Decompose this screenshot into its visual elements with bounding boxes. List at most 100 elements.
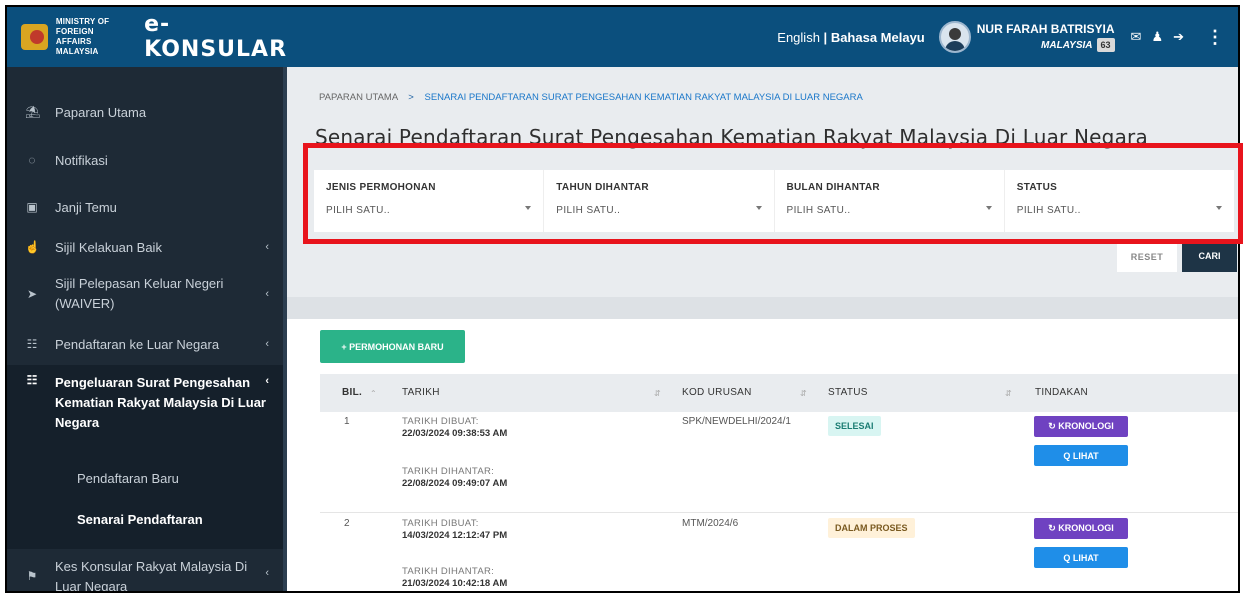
ekonsular-logo: e-KONSULAR — [144, 12, 288, 62]
chevron-down-icon: ‹ — [265, 375, 269, 387]
sidebar-item-janji-temu[interactable]: ▣ Janji Temu — [7, 192, 283, 222]
breadcrumb-home[interactable]: PAPARAN UTAMA — [319, 92, 398, 103]
ministry-name: MINISTRY OF FOREIGN AFFAIRS MALAYSIA — [55, 17, 110, 56]
sidebar-item-kes-konsular[interactable]: ⚑ Kes Konsular Rakyat Malaysia Di Luar N… — [7, 557, 283, 593]
date-submitted-label: TARIKH DIHANTAR: — [402, 566, 495, 577]
reset-button[interactable]: RESET — [1117, 242, 1177, 272]
sidebar-item-label: Notifikasi — [55, 152, 108, 168]
sidebar-item-paparan-utama[interactable]: ⛱ Paparan Utama — [7, 97, 283, 127]
date-created-label: TARIKH DIBUAT: — [402, 518, 479, 529]
top-right-controls: English | Bahasa Melayu NUR FARAH BATRIS… — [777, 7, 1238, 67]
sidebar-item-notifikasi[interactable]: ◌ Notifikasi — [7, 145, 283, 175]
sidebar-item-label: Pengeluaran Surat Pengesahan — [55, 375, 251, 390]
sidebar-item-pengeluaran-surat[interactable]: ☷ Pengeluaran Surat Pengesahan Kematian … — [7, 365, 283, 449]
user-country-row: MALAYSIA 63 — [1041, 38, 1115, 52]
table-header: BIL. ⌃ TARIKH ⇵ KOD URUSAN ⇵ STATUS ⇵ TI… — [320, 374, 1238, 412]
sidebar-item-label: Sijil Kelakuan Baik — [55, 239, 162, 255]
breadcrumb-separator: > — [408, 92, 414, 103]
flag-icon: ⚑ — [26, 569, 38, 583]
user-name: NUR FARAH BATRISYIA — [976, 22, 1115, 36]
results-panel: + PERMOHONAN BARU BIL. ⌃ TARIKH ⇵ KOD UR… — [287, 319, 1238, 591]
home-icon: ⛱ — [25, 105, 41, 119]
filter-label: TAHUN DIHANTAR — [556, 182, 649, 193]
view-button[interactable]: Q LIHAT — [1034, 547, 1128, 568]
filter-select-value[interactable]: PILIH SATU.. — [556, 205, 773, 216]
thumbs-up-icon: ☝ — [25, 240, 40, 254]
sidebar-item-label: Paparan Utama — [55, 104, 147, 120]
filter-select-value[interactable]: PILIH SATU.. — [326, 205, 543, 216]
row-number: 1 — [344, 416, 350, 427]
search-button[interactable]: CARI — [1182, 239, 1237, 272]
filter-jenis-permohonan[interactable]: JENIS PERMOHONAN PILIH SATU.. — [314, 170, 545, 232]
main-content: PAPARAN UTAMA > SENARAI PENDAFTARAN SURA… — [287, 67, 1238, 591]
column-header-status[interactable]: STATUS — [828, 387, 868, 398]
kronologi-button[interactable]: ↻ KRONOLOGI — [1034, 416, 1128, 437]
avatar[interactable] — [938, 21, 971, 53]
submenu-senarai-pendaftaran[interactable]: Senarai Pendaftaran — [77, 512, 203, 527]
filter-select-value[interactable]: PILIH SATU.. — [1017, 205, 1234, 216]
date-submitted: TARIKH DIHANTAR: 22/08/2024 09:49:07 AM — [402, 466, 507, 489]
column-header-tarikh[interactable]: TARIKH — [402, 387, 440, 398]
filter-bulan-dihantar[interactable]: BULAN DIHANTAR PILIH SATU.. — [775, 170, 1005, 232]
chat-icon: ◌ — [28, 153, 36, 167]
lang-english[interactable]: English — [777, 30, 820, 45]
lang-bahasa[interactable]: Bahasa Melayu — [831, 30, 925, 45]
sidebar-item-pendaftaran-luar-negara[interactable]: ☷ Pendaftaran ke Luar Negara ‹ — [7, 329, 283, 359]
language-switcher: English | Bahasa Melayu — [777, 30, 924, 45]
filter-panel: JENIS PERMOHONAN PILIH SATU.. TAHUN DIHA… — [314, 170, 1234, 232]
caret-down-icon — [1216, 206, 1222, 210]
chevron-left-icon: ‹ — [265, 241, 269, 253]
lang-separator: | — [823, 29, 828, 45]
mail-icon[interactable]: ✉ — [1131, 29, 1142, 45]
kronologi-button[interactable]: ↻ KRONOLOGI — [1034, 518, 1128, 539]
user-icon[interactable]: ♟ — [1151, 29, 1163, 45]
sort-icon[interactable]: ⇵ — [800, 389, 807, 398]
filter-status[interactable]: STATUS PILIH SATU.. — [1005, 170, 1234, 232]
view-button[interactable]: Q LIHAT — [1034, 445, 1128, 466]
sidebar-item-label-line2: Luar Negara — [55, 579, 128, 593]
send-icon: ➤ — [26, 287, 38, 301]
notification-badge: 63 — [1096, 38, 1115, 52]
submenu-pendaftaran-baru[interactable]: Pendaftaran Baru — [77, 471, 179, 486]
column-header-kod-urusan[interactable]: KOD URUSAN — [682, 387, 752, 398]
sort-icon[interactable]: ⇵ — [1005, 389, 1012, 398]
more-options-icon[interactable]: ⋮ — [1206, 27, 1224, 48]
coat-of-arms-logo — [21, 24, 48, 50]
breadcrumb-current[interactable]: SENARAI PENDAFTARAN SURAT PENGESAHAN KEM… — [425, 92, 863, 103]
sidebar-item-sijil-pelepasan[interactable]: ➤ Sijil Pelepasan Keluar Negeri (WAIVER)… — [7, 272, 283, 316]
sort-asc-icon[interactable]: ⌃ — [370, 389, 377, 398]
calendar-icon: ▣ — [26, 200, 38, 214]
caret-down-icon — [755, 206, 762, 210]
sidebar: ⛱ Paparan Utama ◌ Notifikasi ▣ Janji Tem… — [7, 67, 287, 593]
logout-icon[interactable]: ➔ — [1173, 29, 1184, 45]
app-window: MINISTRY OF FOREIGN AFFAIRS MALAYSIA e-K… — [5, 5, 1240, 593]
reference-code: SPK/NEWDELHI/2024/1 — [682, 416, 791, 427]
map-icon: ☷ — [26, 337, 38, 351]
top-navbar: MINISTRY OF FOREIGN AFFAIRS MALAYSIA e-K… — [7, 7, 1238, 67]
column-header-bil[interactable]: BIL. — [342, 387, 362, 398]
table-row: 1 TARIKH DIBUAT: 22/03/2024 09:38:53 AM … — [320, 416, 1238, 511]
filter-label: STATUS — [1016, 182, 1058, 193]
user-info[interactable]: NUR FARAH BATRISYIA MALAYSIA 63 — [977, 22, 1115, 52]
reference-code: MTM/2024/6 — [682, 518, 739, 529]
date-created-label: TARIKH DIBUAT: — [402, 416, 479, 427]
filter-select-value[interactable]: PILIH SATU.. — [787, 205, 1004, 216]
filter-label: JENIS PERMOHONAN — [326, 182, 436, 193]
column-header-tindakan: TINDAKAN — [1035, 387, 1088, 398]
date-submitted: TARIKH DIHANTAR: 21/03/2024 10:42:18 AM — [402, 566, 507, 589]
status-badge: DALAM PROSES — [828, 518, 915, 538]
chevron-left-icon: ‹ — [265, 288, 269, 300]
new-application-button[interactable]: + PERMOHONAN BARU — [320, 330, 465, 363]
date-created: TARIKH DIBUAT: 22/03/2024 09:38:53 AM — [402, 416, 507, 439]
row-divider — [320, 512, 1238, 513]
brand[interactable]: MINISTRY OF FOREIGN AFFAIRS MALAYSIA e-K… — [7, 7, 287, 67]
date-submitted-value: 22/08/2024 09:49:07 AM — [402, 478, 508, 489]
row-number: 2 — [344, 518, 350, 529]
sidebar-item-sijil-kelakuan-baik[interactable]: ☝ Sijil Kelakuan Baik ‹ — [7, 232, 283, 262]
user-country: MALAYSIA — [1041, 39, 1093, 51]
date-created-value: 22/03/2024 09:38:53 AM — [402, 428, 508, 439]
sort-icon[interactable]: ⇵ — [654, 389, 661, 398]
submenu: Pendaftaran Baru Senarai Pendaftaran — [7, 449, 283, 549]
filter-tahun-dihantar[interactable]: TAHUN DIHANTAR PILIH SATU.. — [544, 170, 775, 232]
date-created-value: 14/03/2024 12:12:47 PM — [402, 530, 508, 541]
